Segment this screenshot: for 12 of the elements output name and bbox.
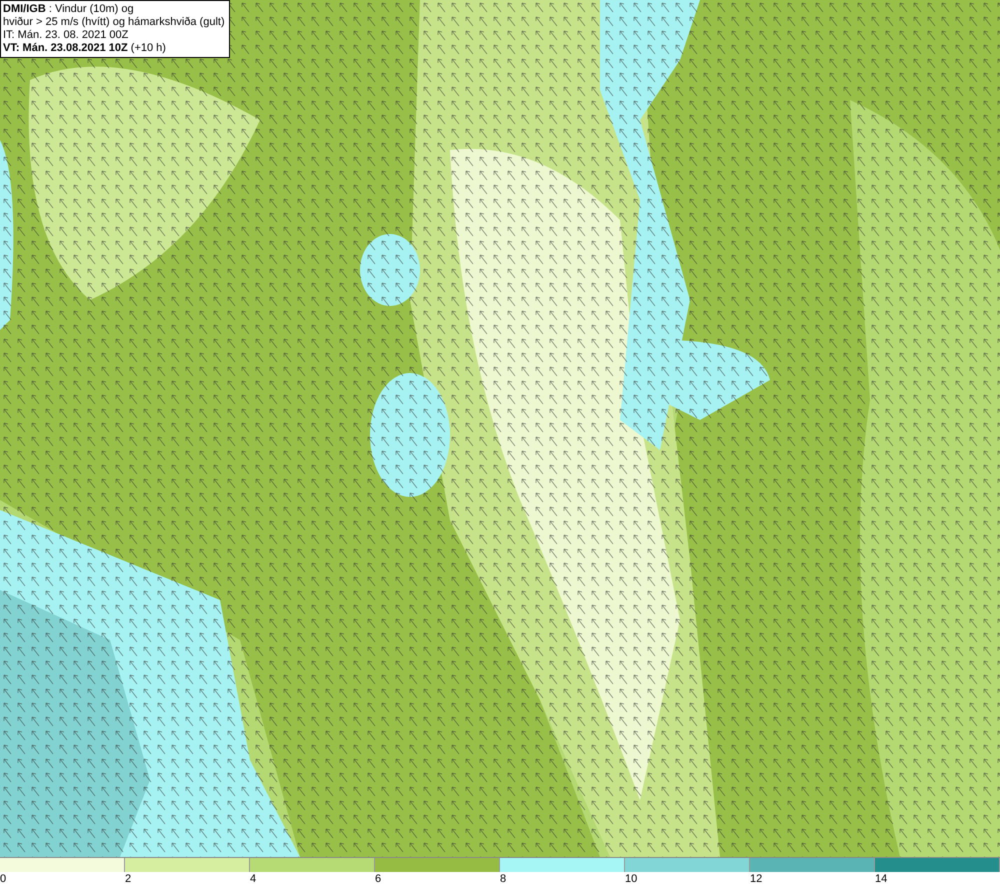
scale-tick-label: 2	[125, 873, 132, 885]
scale-tick-label: 8	[500, 873, 506, 885]
info-line: hviður > 25 m/s (hvítt) og hámarkshviða (gult)	[3, 16, 225, 29]
scale-tick-label: 6	[375, 873, 382, 885]
info-line: IT: Mán. 23. 08. 2021 00Z	[3, 29, 130, 42]
scale-tick-label: 12	[750, 873, 762, 885]
scale-tick-label: 14	[875, 873, 888, 885]
scale-tick-label: 0	[0, 873, 6, 885]
scale-tick-label: 4	[250, 873, 256, 885]
info-line: DMI/IGB : Vindur (10m) og	[3, 3, 135, 16]
scale-tick-label: 10	[625, 873, 638, 885]
info-line: VT: Mán. 23.08.2021 10Z (+10 h)	[3, 42, 167, 55]
